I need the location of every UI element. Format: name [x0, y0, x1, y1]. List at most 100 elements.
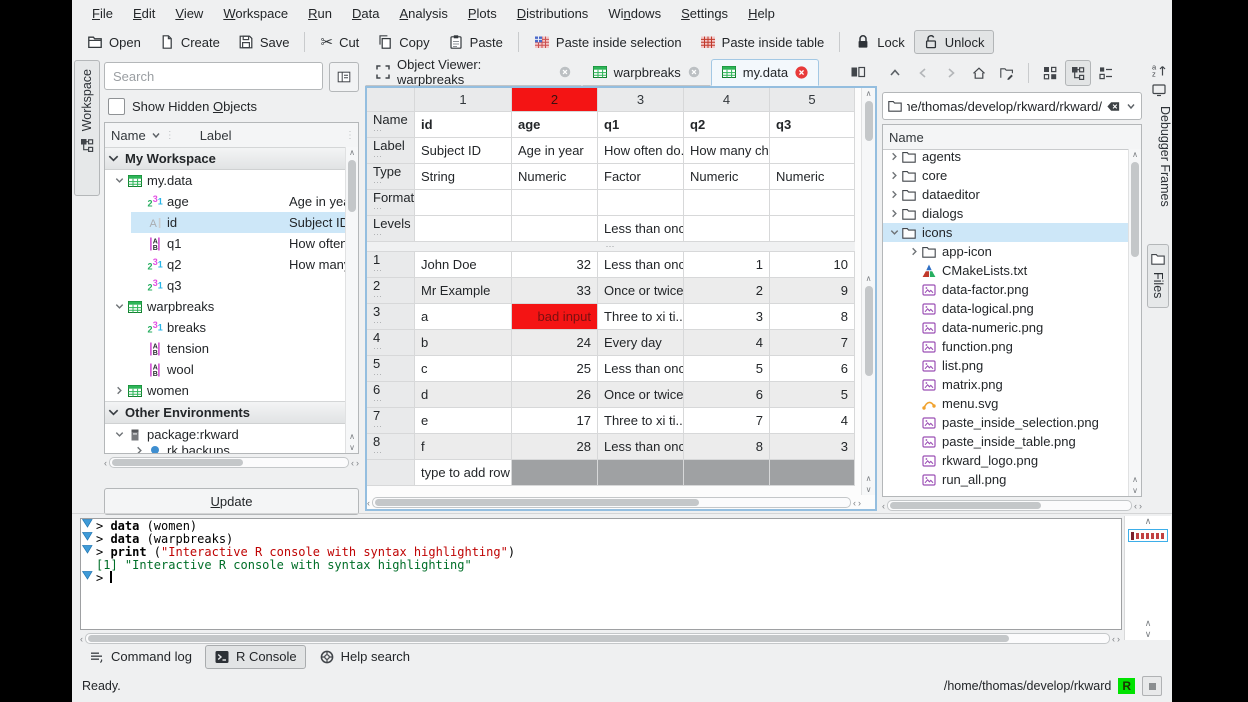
file-item-app-icon[interactable]: app-icon — [883, 242, 1129, 261]
menu-item-analysis[interactable]: Analysis — [389, 2, 457, 25]
row-header-6[interactable]: 6⋯ — [367, 382, 415, 408]
file-item-paste-inside-selection-png[interactable]: paste_inside_selection.png — [883, 413, 1129, 432]
tree-item-breaks[interactable]: 231breaks — [131, 317, 346, 338]
tree-view-button[interactable] — [1065, 60, 1091, 86]
clear-text-icon[interactable] — [1106, 99, 1121, 114]
file-item-function-png[interactable]: function.png — [883, 337, 1129, 356]
data-cell-r8c4[interactable]: 8 — [684, 434, 770, 460]
scroll-up-icon[interactable]: ∧ — [1145, 516, 1152, 527]
meta-cell-levels-5[interactable] — [770, 216, 855, 242]
expander-icon[interactable] — [887, 208, 901, 219]
tree-item-q3[interactable]: 231q3 — [131, 275, 346, 296]
name-column-header[interactable]: Name — [883, 130, 924, 145]
data-cell-r7c3[interactable]: Three to xi ti... — [598, 408, 684, 434]
meta-cell-label-2[interactable]: Age in year — [512, 138, 598, 164]
home-button[interactable] — [966, 60, 992, 86]
data-cell-r2c5[interactable]: 9 — [770, 278, 855, 304]
document-tab-object-viewer-warpbreaks[interactable]: Object Viewer: warpbreaks — [365, 59, 582, 86]
tree-item-age[interactable]: 231ageAge in year — [131, 191, 346, 212]
data-cell-r6c5[interactable]: 5 — [770, 382, 855, 408]
tree-item-q2[interactable]: 231q2How many ch... — [131, 254, 346, 275]
data-cell-r5c5[interactable]: 6 — [770, 356, 855, 382]
row-handle[interactable]: ⋯ — [373, 395, 383, 406]
back-button[interactable] — [910, 60, 936, 86]
files-tool-tab[interactable]: Files — [1147, 244, 1169, 308]
scroll-right-icon[interactable]: › — [1117, 634, 1120, 644]
menu-item-distributions[interactable]: Distributions — [507, 2, 599, 25]
name-column-header[interactable]: Name — [105, 128, 146, 143]
data-cell-r3c4[interactable]: 3 — [684, 304, 770, 330]
file-item-rkward-logo-png[interactable]: rkward_logo.png — [883, 451, 1129, 470]
scroll-left-icon[interactable]: ‹ — [853, 498, 856, 508]
create-button[interactable]: Create — [150, 30, 229, 54]
file-item-run-all-png[interactable]: run_all.png — [883, 470, 1129, 489]
file-item-list-png[interactable]: list.png — [883, 356, 1129, 375]
expander-icon[interactable] — [111, 385, 127, 396]
scroll-left-icon[interactable]: ‹ — [882, 501, 885, 511]
expander-icon[interactable] — [887, 170, 901, 181]
menu-item-plots[interactable]: Plots — [458, 2, 507, 25]
tree-item-id[interactable]: AidSubject ID — [131, 212, 346, 233]
row-header-7[interactable]: 7⋯ — [367, 408, 415, 434]
scroll-up-icon[interactable]: ∧ — [349, 147, 355, 158]
add-row-cell[interactable] — [684, 460, 770, 486]
file-item-agents[interactable]: agents — [883, 147, 1129, 166]
file-item-dialogs[interactable]: dialogs — [883, 204, 1129, 223]
meta-cell-levels-4[interactable] — [684, 216, 770, 242]
data-cell-r7c2[interactable]: 17 — [512, 408, 598, 434]
scroll-right-icon[interactable]: › — [1139, 501, 1142, 511]
meta-cell-format-3[interactable] — [598, 190, 684, 216]
data-cell-r6c1[interactable]: d — [415, 382, 512, 408]
up-button[interactable] — [882, 60, 908, 86]
table-vertical-scrollbar[interactable]: ∧ ∧ ∧ ∨ — [861, 88, 875, 495]
search-input[interactable] — [104, 62, 323, 90]
tree-item-wool[interactable]: ABwool — [131, 359, 346, 380]
data-cell-r4c4[interactable]: 4 — [684, 330, 770, 356]
stop-button[interactable] — [1142, 676, 1162, 696]
scroll-up-icon[interactable]: ∧ — [866, 473, 872, 484]
expander-icon[interactable] — [907, 246, 921, 257]
toolview-help-search[interactable]: Help search — [310, 645, 419, 669]
data-cell-r8c2[interactable]: 28 — [512, 434, 598, 460]
meta-cell-levels-1[interactable] — [415, 216, 512, 242]
tree-item-tension[interactable]: ABtension — [131, 338, 346, 359]
menu-item-edit[interactable]: Edit — [123, 2, 165, 25]
file-item-data-numeric-png[interactable]: data-numeric.png — [883, 318, 1129, 337]
scroll-up-icon[interactable]: ∧ — [1132, 149, 1138, 160]
data-cell-r3c1[interactable]: a — [415, 304, 512, 330]
row-handle[interactable]: ⋯ — [373, 151, 383, 162]
scrollbar-thumb[interactable] — [865, 286, 873, 376]
file-item-data-factor-png[interactable]: data-factor.png — [883, 280, 1129, 299]
data-cell-r8c1[interactable]: f — [415, 434, 512, 460]
expander-icon[interactable] — [887, 227, 901, 238]
close-tab-icon[interactable] — [558, 65, 572, 79]
table-splitter-handle[interactable]: ⋯ — [367, 242, 855, 252]
scroll-down-icon[interactable]: ∨ — [866, 484, 872, 495]
column-splitter[interactable]: ⋮ — [345, 130, 355, 141]
data-cell-r3c3[interactable]: Three to xi ti... — [598, 304, 684, 330]
meta-cell-levels-2[interactable] — [512, 216, 598, 242]
scrollbar-thumb[interactable] — [375, 499, 699, 506]
scroll-left-icon[interactable]: ‹ — [104, 458, 107, 468]
data-cell-r3c5[interactable]: 8 — [770, 304, 855, 330]
meta-cell-levels-3[interactable]: Less than onc... — [598, 216, 684, 242]
row-handle[interactable]: ⋯ — [373, 343, 383, 354]
file-item-paste-inside-table-png[interactable]: paste_inside_table.png — [883, 432, 1129, 451]
lock-button[interactable]: Lock — [846, 30, 913, 54]
column-header-2[interactable]: 2 — [512, 88, 598, 112]
scroll-up-icon[interactable]: ∧ — [866, 88, 872, 99]
data-cell-r1c3[interactable]: Less than onc... — [598, 252, 684, 278]
scroll-up-icon[interactable]: ∧ — [349, 431, 355, 442]
menu-item-run[interactable]: Run — [298, 2, 342, 25]
tree-item-my-data[interactable]: my.data — [111, 170, 346, 191]
update-button[interactable]: Update — [104, 488, 359, 515]
meta-cell-type-5[interactable]: Numeric — [770, 164, 855, 190]
data-cell-r1c4[interactable]: 1 — [684, 252, 770, 278]
data-cell-r7c5[interactable]: 4 — [770, 408, 855, 434]
save-button[interactable]: Save — [229, 30, 299, 54]
meta-cell-label-5[interactable] — [770, 138, 855, 164]
menu-item-view[interactable]: View — [165, 2, 213, 25]
column-splitter[interactable]: ⋮ — [165, 130, 175, 141]
toolview-command-log[interactable]: Command log — [80, 645, 201, 669]
row-header-1[interactable]: 1⋯ — [367, 252, 415, 278]
